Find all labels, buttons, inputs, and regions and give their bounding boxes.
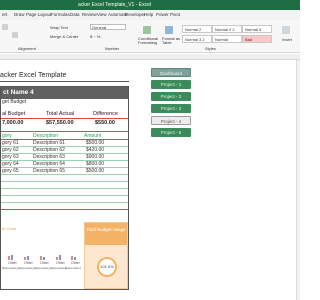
total-actual-label: Total Actual — [46, 111, 75, 117]
budget-usage-title: Total Budget Usage — [85, 223, 127, 245]
chart-x-sublabel: (Expensive) — [18, 266, 34, 270]
bar — [27, 256, 29, 260]
chart-x-sublabel: (Expensive) — [2, 266, 18, 270]
summary-underline — [1, 118, 128, 119]
wrap-text-button[interactable]: Wrap Text — [50, 25, 68, 30]
table-bottom-line — [1, 209, 128, 210]
budget-usage-card: Total Budget Usage 101.0% — [84, 222, 128, 289]
tab-page-layout[interactable]: Page Layout — [26, 12, 51, 17]
bar — [43, 257, 45, 260]
dashboard-button[interactable]: Dashboard — [151, 68, 191, 77]
difference-label: Difference — [93, 111, 118, 117]
bar — [74, 257, 76, 260]
total-budget-label: al Budget — [2, 111, 26, 117]
sheet-title: acker Excel Template — [0, 72, 67, 79]
style-bad[interactable]: Bad — [242, 35, 272, 43]
format-as-table-button[interactable]: Format as Table — [162, 37, 180, 45]
alignment-group-label: Alignment — [18, 46, 36, 51]
row-divider — [1, 202, 128, 203]
align-icon[interactable] — [12, 32, 18, 38]
ribbon: Wrap Text Merge & Center General $ ~ % ,… — [0, 20, 300, 53]
ribbon-tabs: ert Draw Page Layout Formulas Data Revie… — [0, 10, 300, 20]
conditional-formatting-button[interactable]: Conditional Formatting — [138, 37, 158, 45]
difference-value: $550.00 — [95, 120, 115, 126]
number-group-label: Number — [105, 46, 120, 51]
tab-draw[interactable]: Draw — [14, 12, 25, 17]
tab-power-pivot[interactable]: Power Pivot — [156, 12, 180, 17]
tab-data[interactable]: Data — [70, 12, 80, 17]
project-name: ct Name 4 — [1, 87, 128, 99]
table-top-line — [1, 131, 128, 132]
mini-chart-label: et Chart — [2, 226, 17, 231]
chart-x-sublabel: (Expensive) — [65, 266, 81, 270]
tab-formulas[interactable]: Formulas — [51, 12, 70, 17]
chart-x-label: Other — [56, 261, 65, 265]
tab-insert[interactable]: ert — [2, 12, 7, 17]
total-actual-value: $57,550.00 — [46, 120, 74, 126]
tab-help[interactable]: Help — [144, 12, 153, 17]
tab-view[interactable]: View — [97, 12, 107, 17]
style-normal-2-2[interactable]: Normal 2 2 — [212, 25, 242, 33]
style-normal-3-2[interactable]: Normal 3 2 — [182, 35, 212, 43]
total-budget-value: 7,000.00 — [2, 120, 24, 126]
window-title: acker Excel Template_V1 - Excel — [78, 2, 151, 8]
bar — [71, 256, 73, 260]
row-divider — [1, 174, 128, 175]
budget-page-label: get Budget — [2, 99, 27, 105]
bar — [56, 257, 58, 260]
tab-review[interactable]: Review — [82, 12, 97, 17]
format-as-table-icon[interactable] — [165, 26, 173, 34]
style-normal[interactable]: Normal — [212, 35, 242, 43]
bar — [11, 255, 13, 260]
indent-icon[interactable] — [2, 24, 8, 30]
styles-group-label: Styles — [205, 46, 216, 51]
project-1-button[interactable]: Project - 1 — [151, 80, 191, 89]
number-format-select[interactable]: General — [90, 24, 126, 30]
row-divider — [1, 181, 128, 182]
row-divider — [1, 195, 128, 196]
vertical-scrollbar[interactable] — [296, 60, 300, 300]
project-2-button[interactable]: Project - 2 — [151, 92, 191, 101]
chart-x-sublabel: (Expensive) — [50, 266, 66, 270]
insert-icon[interactable] — [282, 26, 290, 34]
project-4-button[interactable]: Project - 4 — [151, 116, 191, 125]
mini-bar-chart — [2, 248, 80, 260]
project-5-button[interactable]: Project - 5 — [151, 128, 191, 137]
style-normal-3[interactable]: Normal 3 — [242, 25, 272, 33]
title-divider — [0, 81, 129, 82]
chart-x-label: Other — [24, 261, 33, 265]
chart-x-label: Other — [40, 261, 49, 265]
bar — [59, 255, 61, 260]
column-headers — [0, 54, 300, 60]
currency-icon[interactable]: $ ~ % , — [90, 34, 103, 39]
row-divider — [1, 188, 128, 189]
style-normal-2[interactable]: Normal 2 — [182, 25, 212, 33]
title-bar: acker Excel Template_V1 - Excel — [0, 0, 300, 10]
insert-label[interactable]: Insert — [282, 37, 292, 42]
chart-x-label: Other — [71, 261, 80, 265]
budget-usage-donut: 101.0% — [97, 257, 117, 277]
tab-developer[interactable]: Developer — [125, 12, 146, 17]
conditional-formatting-icon[interactable] — [143, 26, 151, 34]
bar — [24, 257, 26, 260]
bar — [8, 256, 10, 260]
chart-x-sublabel: (Expensive) — [34, 266, 50, 270]
chart-x-label: Other — [8, 261, 17, 265]
bar — [40, 256, 42, 260]
project-3-button[interactable]: Project - 3 — [151, 104, 191, 113]
merge-center-button[interactable]: Merge & Center — [50, 34, 78, 39]
